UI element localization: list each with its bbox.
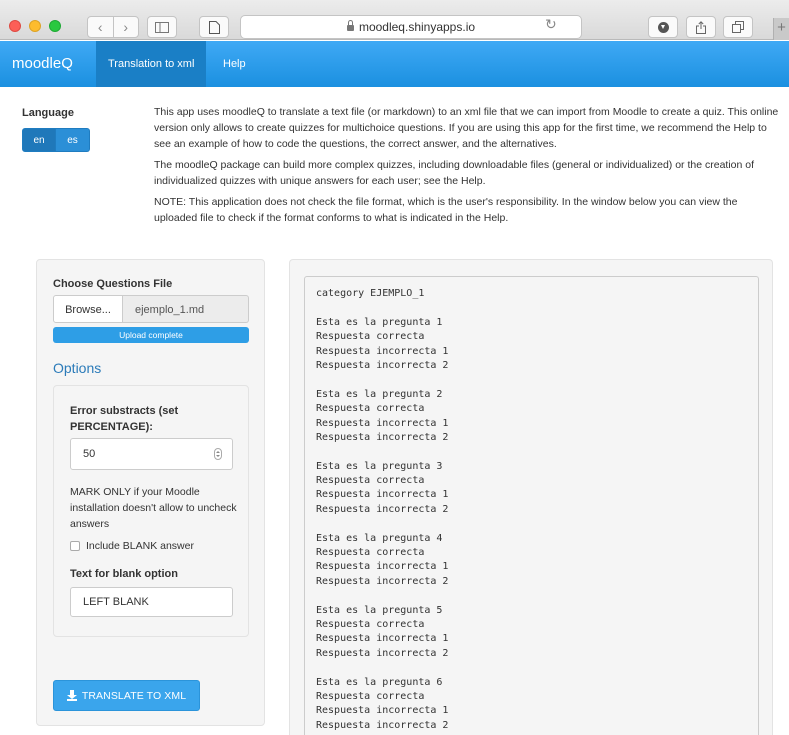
tab-translation-to-xml[interactable]: Translation to xml [96,41,207,87]
file-preview[interactable]: category EJEMPLO_1 Esta es la pregunta 1 R… [304,276,759,735]
preview-line: Esta es la pregunta 4 [316,532,443,544]
language-en-button[interactable]: en [22,128,56,152]
main-panel: category EJEMPLO_1 Esta es la pregunta 1 R… [289,259,773,735]
preview-line: category EJEMPLO_1 [316,288,425,299]
preview-line: Respuesta incorrecta 2 [316,575,449,587]
file-name-field[interactable]: ejemplo_1.md [123,295,249,323]
error-percentage-input[interactable]: 50 [70,438,233,470]
preview-line: Respuesta incorrecta 2 [316,431,449,443]
preview-line: Respuesta incorrecta 1 [316,417,449,429]
reload-icon[interactable]: ↻ [545,16,557,33]
app-brand[interactable]: moodleQ [12,55,73,72]
preview-line: Respuesta incorrecta 2 [316,503,449,515]
zoom-window-button[interactable] [49,20,61,32]
preview-line: Esta es la pregunta 1 [316,316,443,328]
include-blank-option[interactable]: Include BLANK answer [70,540,194,552]
downloads-button[interactable] [648,16,678,38]
intro-text: This app uses moodleQ to translate a tex… [154,104,782,231]
language-es-button[interactable]: es [56,128,90,152]
browse-button[interactable]: Browse... [53,295,123,323]
preview-line: Respuesta incorrecta 1 [316,489,449,501]
preview-line: Esta es la pregunta 6 [316,676,443,688]
upload-status: Upload complete [119,330,183,340]
tabs-icon [732,21,744,33]
browser-toolbar: ‹ › moodleq.shinyapps.io ↻ + [0,0,789,40]
language-toggle: en es [22,128,90,152]
mark-only-note: MARK ONLY if your Moodle installation do… [70,486,237,530]
preview-line: Respuesta correcta [316,547,425,559]
preview-line [316,301,747,315]
preview-line: Respuesta correcta [316,618,425,630]
preview-line: Respuesta correcta [316,475,425,487]
share-button[interactable] [686,16,716,38]
translate-to-xml-button[interactable]: TRANSLATE TO XML [53,680,200,711]
preview-line: Respuesta incorrecta 2 [316,719,449,731]
stepper-icon[interactable] [214,448,222,460]
tab-help[interactable]: Help [211,41,258,87]
intro-paragraph: This app uses moodleQ to translate a tex… [154,106,779,150]
include-blank-checkbox[interactable] [70,541,80,551]
intro-paragraph: NOTE: This application does not check th… [154,196,738,224]
include-blank-label: Include BLANK answer [86,540,194,552]
intro-paragraph: The moodleQ package can build more compl… [154,159,755,187]
file-input-label: Choose Questions File [53,278,173,290]
show-tabs-button[interactable] [723,16,753,38]
close-window-button[interactable] [9,20,21,32]
preview-line: Respuesta incorrecta 1 [316,561,449,573]
history-nav: ‹ › [87,16,139,38]
plus-icon[interactable]: + [773,18,789,40]
language-label: Language [22,107,74,119]
sidebar-icon [155,21,169,33]
preview-line: Respuesta incorrecta 1 [316,705,449,717]
preview-line: Esta es la pregunta 2 [316,388,443,400]
forward-arrow-icon[interactable]: › [114,19,139,35]
blank-text-input[interactable]: LEFT BLANK [70,587,233,617]
app-navbar: moodleQ Translation to xml Help [0,41,789,87]
reader-button[interactable] [199,16,229,38]
url-text: moodleq.shinyapps.io [358,20,476,34]
preview-line [316,517,747,531]
options-well: Error substracts (set PERCENTAGE): 50 MA… [53,385,249,637]
lock-icon [346,20,354,31]
error-percentage-value: 50 [83,448,96,460]
share-icon [696,20,706,34]
preview-line: Esta es la pregunta 5 [316,604,443,616]
preview-line: Respuesta correcta [316,690,425,702]
back-arrow-icon[interactable]: ‹ [88,19,113,35]
minimize-window-button[interactable] [29,20,41,32]
preview-line: Respuesta incorrecta 1 [316,345,449,357]
download-icon [66,690,77,701]
sidebar-panel: Choose Questions File Browse... ejemplo_… [36,259,265,726]
error-substracts-label: Error substracts (set PERCENTAGE): [70,405,179,433]
blank-text-label: Text for blank option [70,568,178,580]
preview-line: Respuesta incorrecta 2 [316,647,449,659]
preview-line [316,445,747,459]
sidebar-toggle-button[interactable] [147,16,177,38]
options-heading: Options [53,360,102,376]
preview-line: Respuesta incorrecta 2 [316,359,449,371]
preview-line [316,373,747,387]
page-icon [208,20,220,34]
address-bar[interactable]: moodleq.shinyapps.io [240,15,582,39]
file-input: Browse... ejemplo_1.md [53,295,249,323]
preview-line: Respuesta correcta [316,331,425,343]
preview-line: Respuesta incorrecta 1 [316,633,449,645]
preview-line: Esta es la pregunta 3 [316,460,443,472]
preview-line: Respuesta correcta [316,403,425,415]
download-icon [657,21,669,33]
translate-button-label: TRANSLATE TO XML [81,689,187,702]
preview-line [316,589,747,603]
preview-line [316,661,747,675]
upload-progress-bar: Upload complete [53,327,249,343]
